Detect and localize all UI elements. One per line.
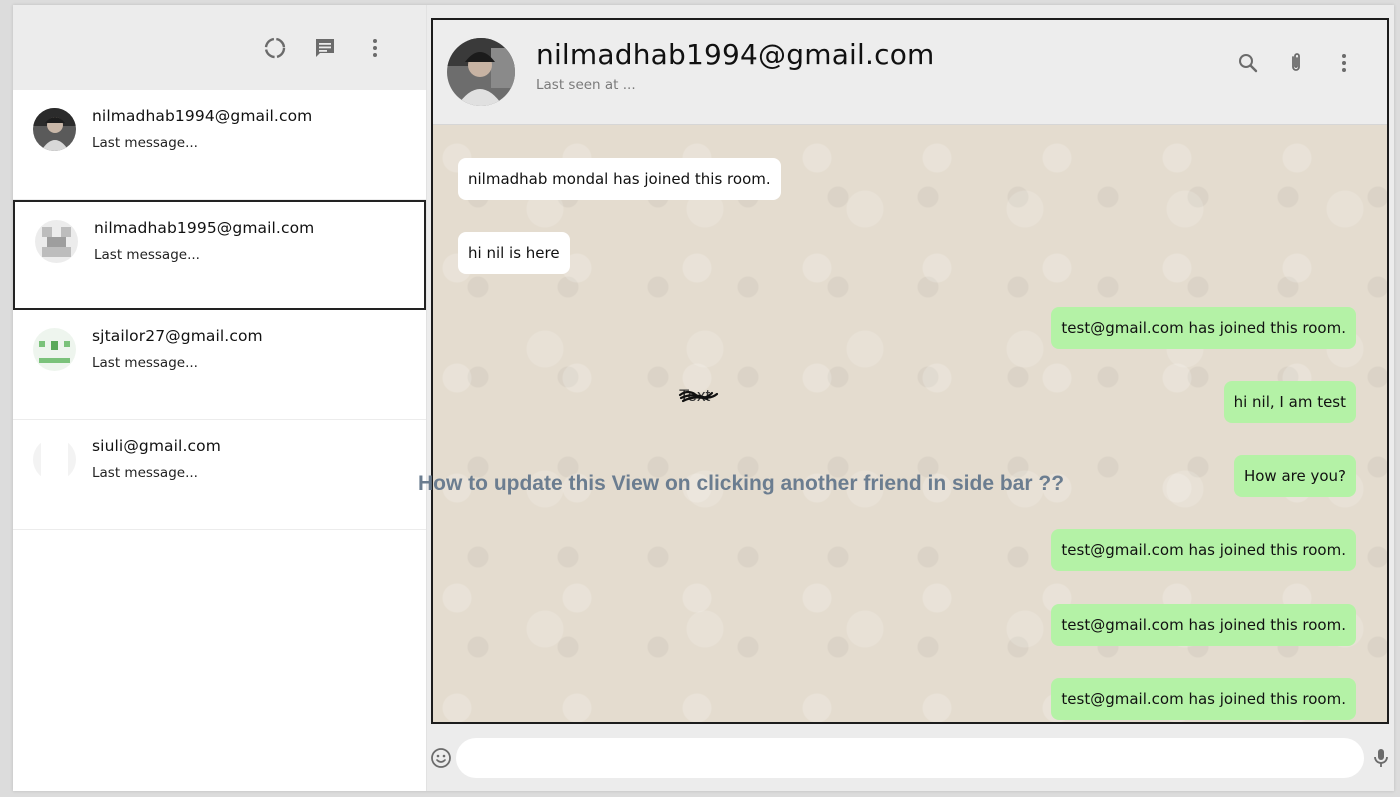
message-bubble-sent: test@gmail.com has joined this room. [1051,529,1356,571]
chat-name: siuli@gmail.com [92,437,221,455]
message-input-bar [427,725,1394,791]
emoji-icon[interactable] [428,745,454,771]
last-message: Last message... [92,465,198,481]
message-bubble-sent: How are you? [1233,455,1356,497]
avatar [35,220,78,263]
message-bubble-sent: hi nil, I am test [1223,381,1356,423]
mic-icon[interactable] [1368,745,1394,771]
chat-name: nilmadhab1994@gmail.com [92,107,313,125]
more-vert-icon[interactable] [362,35,388,61]
chat-list-item[interactable]: nilmadhab1995@gmail.com Last message... [13,200,426,310]
chat-name: sjtailor27@gmail.com [92,327,263,345]
last-message: Last message... [92,135,198,151]
message-bubble-sent: test@gmail.com has joined this room. [1051,604,1356,646]
chat-list-item[interactable]: nilmadhab1994@gmail.com Last message... [13,90,426,200]
message-bubble-sent: test@gmail.com has joined this room. [1051,307,1356,349]
message-list: nilmadhab mondal has joined this room. h… [433,125,1387,722]
message-bubble-sent: test@gmail.com has joined this room. [1051,678,1356,720]
annotation-question: How to update this View on clicking anot… [418,472,1065,495]
avatar [33,438,76,481]
sidebar: nilmadhab1994@gmail.com Last message... … [13,5,427,791]
chat-panel: nilmadhab1994@gmail.com Last seen at ... [427,5,1394,791]
chat-avatar[interactable] [447,38,515,106]
new-chat-icon[interactable] [312,35,338,61]
sidebar-header [13,5,426,90]
chat-list-item[interactable]: sjtailor27@gmail.com Last message... [13,310,426,420]
chat-contact-name: nilmadhab1994@gmail.com [536,37,935,71]
status-icon[interactable] [262,35,288,61]
avatar [33,108,76,151]
message-bubble-received: nilmadhab mondal has joined this room. [458,158,781,200]
last-seen-status: Last seen at ... [536,76,636,93]
message-input[interactable] [456,738,1364,778]
avatar [33,328,76,371]
chat-list-item[interactable]: siuli@gmail.com Last message... [13,420,426,530]
chat-header: nilmadhab1994@gmail.com Last seen at ... [433,20,1387,125]
more-vert-icon[interactable] [1331,50,1357,76]
last-message: Last message... [92,355,198,371]
scribble-annotation: Text [678,386,719,406]
attach-icon[interactable] [1283,50,1309,76]
chat-view: nilmadhab1994@gmail.com Last seen at ... [431,18,1389,724]
chat-list: nilmadhab1994@gmail.com Last message... … [13,90,426,530]
chat-name: nilmadhab1995@gmail.com [94,219,315,237]
last-message: Last message... [94,247,200,263]
search-icon[interactable] [1235,50,1261,76]
message-bubble-received: hi nil is here [458,232,570,274]
